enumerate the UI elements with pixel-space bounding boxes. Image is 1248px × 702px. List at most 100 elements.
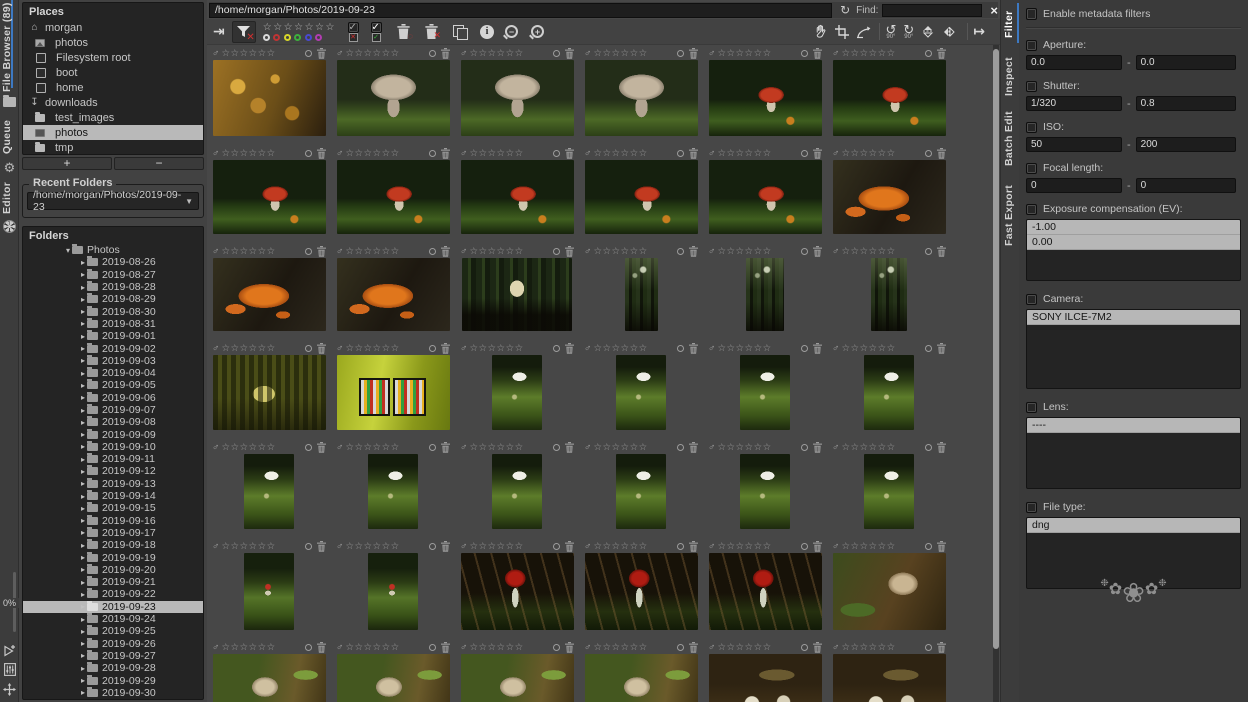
star-rating-icons[interactable]: ☆☆☆☆☆☆ [222, 246, 276, 257]
thumbnail[interactable]: ♂☆☆☆☆☆☆ [830, 441, 948, 529]
expander-icon[interactable]: ▸ [79, 528, 87, 537]
gear-icon[interactable]: ⚙ [2, 160, 17, 176]
filetype-filter[interactable]: File type: [1026, 501, 1241, 513]
tree-item-2019-09-11[interactable]: ▸2019-09-11 [23, 453, 203, 465]
lens-filter[interactable]: Lens: [1026, 401, 1241, 413]
shutter-filter[interactable]: Shutter: [1026, 80, 1241, 92]
photo-fnarrow[interactable] [746, 258, 784, 331]
photo-orange[interactable] [213, 258, 326, 331]
color-label-icon[interactable] [801, 150, 808, 157]
star-rating-icons[interactable]: ☆☆☆☆☆☆ [222, 642, 276, 653]
enable-metadata-filters[interactable]: Enable metadata filters [1026, 8, 1241, 20]
tree-item-2019-09-21[interactable]: ▸2019-09-21 [23, 576, 203, 588]
collapse-left-panel-button[interactable]: ⇥ [213, 23, 225, 40]
thumbnail[interactable]: ♂☆☆☆☆☆☆ [334, 441, 452, 529]
photo-moss[interactable] [616, 355, 666, 430]
color-label-icon[interactable] [429, 50, 436, 57]
color-label-icon[interactable] [305, 644, 312, 651]
list-option[interactable]: SONY ILCE-7M2 [1027, 310, 1240, 325]
trash-icon[interactable] [937, 48, 946, 59]
thumbnail[interactable]: ♂☆☆☆☆☆☆ [210, 441, 328, 529]
star-rating-icons[interactable]: ☆☆☆☆☆☆ [346, 442, 400, 453]
place-item-Filesystem root[interactable]: Filesystem root [23, 50, 203, 65]
photo-moss[interactable] [244, 454, 294, 529]
color-label-circle-5[interactable] [315, 34, 322, 41]
star-rating-icons[interactable]: ☆☆☆☆☆☆ [842, 442, 896, 453]
expander-icon[interactable]: ▸ [79, 344, 87, 353]
show-trash-button[interactable]: ◌ [397, 24, 410, 39]
expander-icon[interactable]: ▸ [79, 319, 87, 328]
place-item-boot[interactable]: boot [23, 65, 203, 80]
color-label-icon[interactable] [305, 150, 312, 157]
aperture-icon[interactable] [2, 220, 17, 236]
expander-icon[interactable]: ▸ [79, 442, 87, 451]
shutter-to-input[interactable] [1136, 96, 1236, 111]
find-input[interactable] [882, 4, 982, 17]
color-label-icon[interactable] [305, 543, 312, 550]
expander-icon[interactable]: ▸ [79, 393, 87, 402]
color-label-icon[interactable] [801, 644, 808, 651]
thumbnail[interactable]: ♂☆☆☆☆☆☆ [210, 342, 328, 430]
photo-beigemush[interactable] [213, 654, 326, 702]
color-label-icon[interactable] [677, 444, 684, 451]
tree-item-2019-09-02[interactable]: ▸2019-09-02 [23, 342, 203, 354]
color-label-icon[interactable] [553, 150, 560, 157]
expander-open-icon[interactable]: ▾ [64, 246, 72, 255]
trash-icon[interactable] [689, 442, 698, 453]
photo-redcap[interactable] [585, 160, 698, 234]
trash-icon[interactable] [317, 442, 326, 453]
trash-icon[interactable] [937, 148, 946, 159]
zoom-out-icon[interactable]: − [505, 25, 518, 38]
trash-icon[interactable] [937, 642, 946, 653]
color-label-icon[interactable] [553, 50, 560, 57]
color-label-icon[interactable] [429, 543, 436, 550]
tree-item-2019-09-03[interactable]: ▸2019-09-03 [23, 355, 203, 367]
expander-icon[interactable]: ▸ [79, 479, 87, 488]
expander-icon[interactable]: ▸ [79, 467, 87, 476]
crop-icon[interactable] [835, 25, 849, 39]
thumbnail[interactable]: ♂☆☆☆☆☆☆ [334, 245, 452, 331]
trash-icon[interactable] [317, 246, 326, 257]
checkbox[interactable] [1026, 502, 1037, 513]
color-label-icon[interactable] [429, 644, 436, 651]
thumbnail[interactable]: ♂☆☆☆☆☆☆ [582, 540, 700, 630]
expander-icon[interactable]: ▸ [79, 651, 87, 660]
ev-listbox[interactable]: -1.000.00 [1026, 219, 1241, 281]
star-rating-icons[interactable]: ☆☆☆☆☆☆ [594, 343, 648, 354]
ev-filter[interactable]: Exposure compensation (EV): [1026, 203, 1241, 215]
close-icon[interactable]: × [990, 4, 998, 17]
photo-moss[interactable] [492, 355, 542, 430]
thumbnail[interactable]: ♂☆☆☆☆☆☆ [210, 147, 328, 234]
tree-item-2019-08-31[interactable]: ▸2019-08-31 [23, 318, 203, 330]
tree-item-2019-09-27[interactable]: ▸2019-09-27 [23, 650, 203, 662]
tree-item-2019-09-23[interactable]: ▸2019-09-23 [23, 601, 203, 613]
tree-item-2019-09-26[interactable]: ▸2019-09-26 [23, 638, 203, 650]
focal-to-input[interactable] [1136, 178, 1236, 193]
refresh-icon[interactable]: ↻ [840, 3, 850, 17]
thumbnail[interactable]: ♂☆☆☆☆☆☆ [706, 47, 824, 136]
color-label-icon[interactable] [925, 248, 932, 255]
star-rating-icons[interactable]: ☆☆☆☆☆☆ [718, 541, 772, 552]
tree-item-2019-09-17[interactable]: ▸2019-09-17 [23, 527, 203, 539]
color-label-icon[interactable] [677, 50, 684, 57]
list-option[interactable]: ---- [1027, 418, 1240, 433]
aperture-filter[interactable]: Aperture: [1026, 39, 1241, 51]
remove-place-button[interactable]: − [114, 157, 204, 170]
list-option[interactable]: dng [1027, 518, 1240, 533]
trash-icon[interactable] [317, 48, 326, 59]
star-rating-icons[interactable]: ☆☆☆☆☆☆ [718, 343, 772, 354]
color-label-icon[interactable] [305, 248, 312, 255]
expander-icon[interactable]: ▸ [79, 541, 87, 550]
expander-icon[interactable]: ▸ [79, 639, 87, 648]
place-item-morgan[interactable]: ⌂morgan [23, 20, 203, 35]
expander-icon[interactable]: ▸ [79, 688, 87, 697]
color-label-icon[interactable] [553, 444, 560, 451]
thumbnail[interactable]: ♂☆☆☆☆☆☆ [706, 540, 824, 630]
expander-icon[interactable]: ▸ [79, 356, 87, 365]
list-option[interactable]: -1.00 [1027, 220, 1240, 235]
tab-inspect[interactable]: Inspect [1003, 55, 1015, 99]
star-rating-icons[interactable]: ☆☆☆☆☆☆ [842, 343, 896, 354]
color-label-icon[interactable] [305, 50, 312, 57]
photo-redcap[interactable] [213, 160, 326, 234]
info-icon[interactable]: i [480, 25, 494, 39]
